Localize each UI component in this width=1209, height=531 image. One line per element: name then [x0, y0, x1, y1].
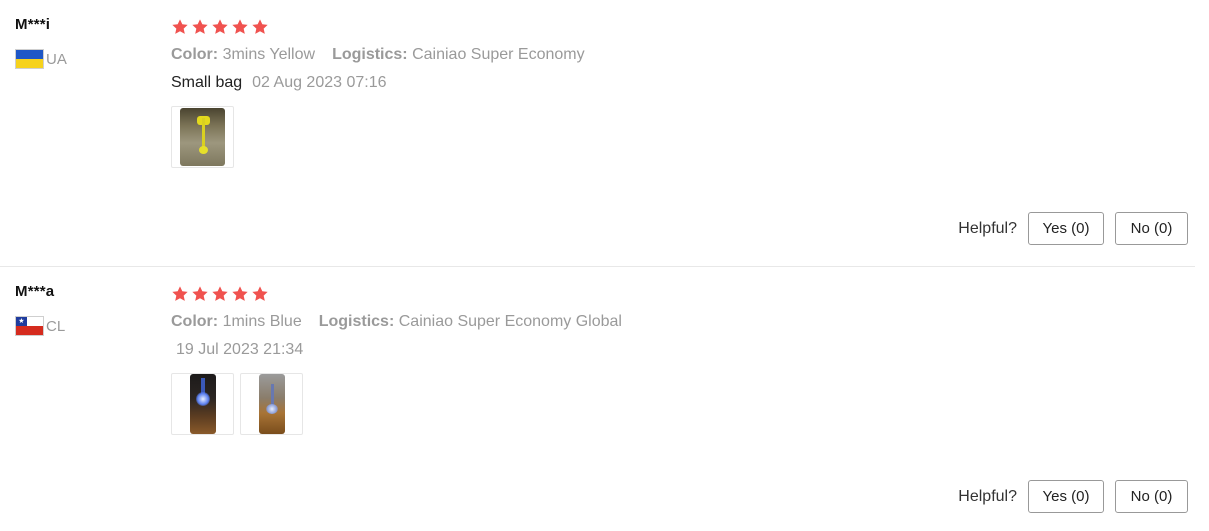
review-text: Small bag [171, 74, 243, 91]
reviewer-name: M***a [15, 283, 55, 300]
reviewer-country: ★ CL [15, 316, 65, 336]
helpful-label: Helpful? [958, 219, 1017, 237]
star-icon [171, 18, 189, 36]
color-value: 1mins Blue [222, 313, 302, 330]
review-images [171, 373, 1191, 435]
helpful-yes-button[interactable]: Yes (0) [1028, 480, 1104, 513]
helpful-no-button[interactable]: No (0) [1115, 212, 1188, 245]
review-content: Color: 1mins Blue Logistics: Cainiao Sup… [171, 283, 1191, 435]
star-rating [171, 16, 1191, 38]
feedback-line: Small bag 02 Aug 2023 07:16 [171, 74, 1191, 92]
logistics-attribute: Logistics: Cainiao Super Economy [332, 46, 585, 64]
logistics-value: Cainiao Super Economy Global [398, 313, 622, 330]
review-image-thumbnail[interactable] [240, 373, 303, 435]
color-label: Color: [171, 313, 219, 330]
color-attribute: Color: 1mins Blue [171, 313, 302, 331]
review-photo [180, 108, 225, 166]
review-content: Color: 3mins Yellow Logistics: Cainiao S… [171, 16, 1191, 168]
star-icon [191, 285, 209, 303]
helpful-label: Helpful? [958, 487, 1017, 505]
star-icon [191, 18, 209, 36]
helpful-controls: Helpful? Yes (0) No (0) [958, 480, 1188, 513]
reviewer-country: UA [15, 49, 67, 69]
order-attributes: Color: 1mins Blue Logistics: Cainiao Sup… [171, 313, 1191, 331]
review-image-thumbnail[interactable] [171, 373, 234, 435]
review-item: M***a ★ CL Color: 1mins Blue Logistics: … [0, 267, 1195, 531]
color-value: 3mins Yellow [222, 46, 316, 63]
color-attribute: Color: 3mins Yellow [171, 46, 315, 64]
star-icon [211, 285, 229, 303]
country-code: UA [46, 50, 67, 68]
star-icon [171, 285, 189, 303]
review-photo [189, 374, 216, 434]
star-rating [171, 283, 1191, 305]
star-icon [251, 18, 269, 36]
helpful-yes-button[interactable]: Yes (0) [1028, 212, 1104, 245]
country-code: CL [46, 317, 66, 335]
star-icon [231, 18, 249, 36]
helpful-controls: Helpful? Yes (0) No (0) [958, 212, 1188, 245]
logistics-label: Logistics: [318, 313, 395, 330]
feedback-line: 19 Jul 2023 21:34 [171, 341, 1191, 359]
star-icon [251, 285, 269, 303]
review-date: 19 Jul 2023 21:34 [176, 341, 304, 358]
ukraine-flag-icon [15, 49, 44, 69]
star-icon [231, 285, 249, 303]
chile-flag-icon: ★ [15, 316, 44, 336]
reviewer-name: M***i [15, 16, 51, 33]
logistics-attribute: Logistics: Cainiao Super Economy Global [319, 313, 622, 331]
review-images [171, 106, 1191, 168]
review-date: 02 Aug 2023 07:16 [252, 74, 387, 91]
review-image-thumbnail[interactable] [171, 106, 234, 168]
order-attributes: Color: 3mins Yellow Logistics: Cainiao S… [171, 46, 1191, 64]
logistics-value: Cainiao Super Economy [412, 46, 585, 63]
helpful-no-button[interactable]: No (0) [1115, 480, 1188, 513]
logistics-label: Logistics: [332, 46, 408, 63]
color-label: Color: [171, 46, 219, 63]
star-icon [211, 18, 229, 36]
review-photo [258, 374, 285, 434]
review-item: M***i UA Color: 3mins Yellow Logistics: … [0, 0, 1195, 267]
